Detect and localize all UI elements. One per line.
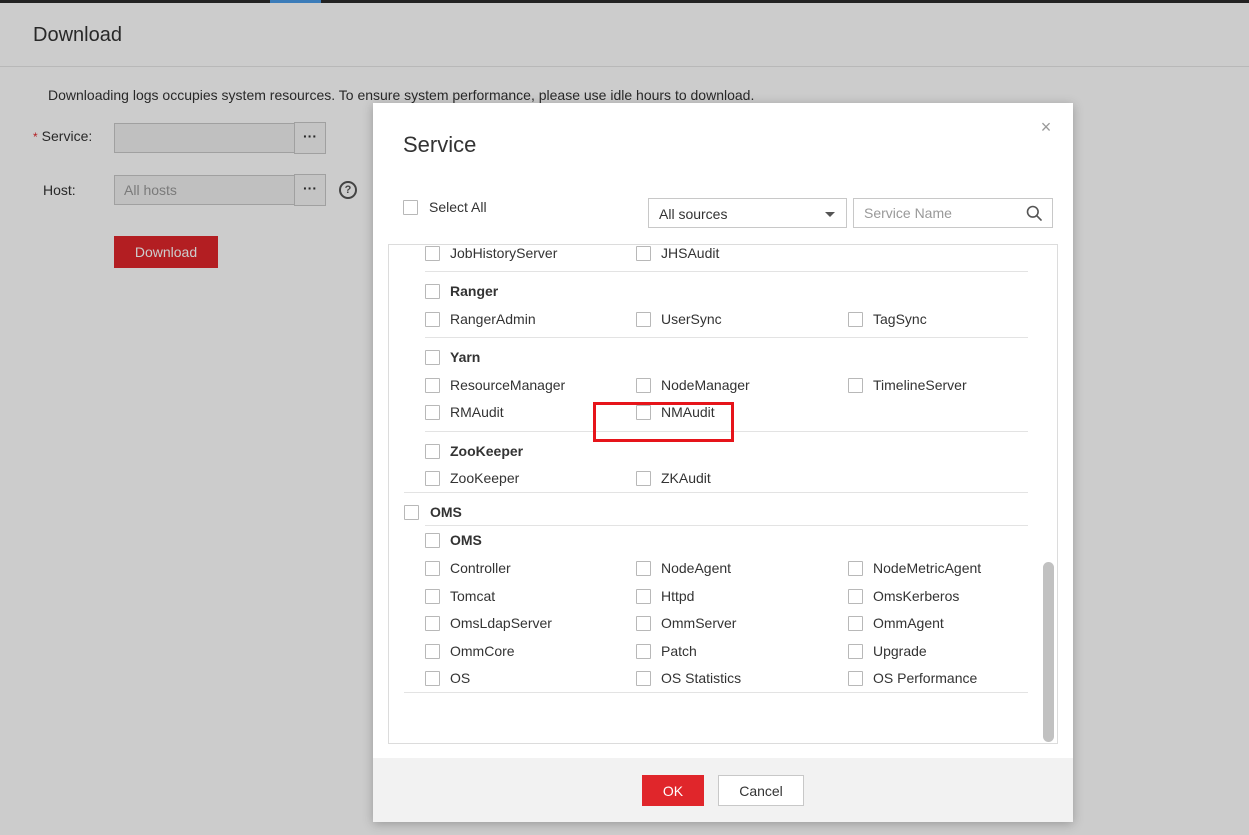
- group-checkbox-zookeeper[interactable]: [425, 444, 440, 459]
- service-checkbox[interactable]: [636, 246, 651, 261]
- service-label: Tomcat: [450, 588, 496, 604]
- group-checkbox-yarn[interactable]: [425, 350, 440, 365]
- service-label: UserSync: [661, 311, 722, 327]
- select-all-label: Select All: [429, 199, 487, 215]
- group-checkbox-oms[interactable]: [425, 533, 440, 548]
- service-checkbox[interactable]: [425, 246, 440, 261]
- service-label: NodeManager: [661, 377, 750, 393]
- group-label-oms: OMS: [450, 532, 482, 548]
- divider: [404, 492, 1028, 493]
- group-label-oms-top: OMS: [430, 504, 462, 520]
- service-checkbox[interactable]: [636, 312, 651, 327]
- group-checkbox-oms-top[interactable]: [404, 505, 419, 520]
- divider: [425, 337, 1028, 338]
- service-checkbox[interactable]: [425, 312, 440, 327]
- service-list-panel: JobHistoryServer JHSAudit Ranger RangerA…: [388, 244, 1058, 744]
- service-checkbox[interactable]: [425, 471, 440, 486]
- service-checkbox[interactable]: [425, 671, 440, 686]
- group-label-ranger: Ranger: [450, 283, 499, 299]
- service-checkbox[interactable]: [848, 312, 863, 327]
- service-checkbox[interactable]: [848, 589, 863, 604]
- service-label: Controller: [450, 560, 511, 576]
- service-dialog: Service × Select All All sources JobHist…: [373, 103, 1073, 822]
- service-checkbox[interactable]: [636, 671, 651, 686]
- group-label-yarn: Yarn: [450, 349, 481, 365]
- service-label: OmmAgent: [873, 615, 944, 631]
- service-checkbox[interactable]: [848, 378, 863, 393]
- service-checkbox[interactable]: [425, 589, 440, 604]
- service-checkbox[interactable]: [425, 378, 440, 393]
- divider: [425, 271, 1028, 272]
- cancel-button[interactable]: Cancel: [718, 775, 804, 806]
- service-label: RMAudit: [450, 404, 504, 420]
- service-label: OmsKerberos: [873, 588, 960, 604]
- service-label: OS Performance: [873, 670, 978, 686]
- close-icon[interactable]: ×: [1038, 117, 1054, 137]
- service-checkbox[interactable]: [636, 471, 651, 486]
- service-checkbox[interactable]: [848, 561, 863, 576]
- source-filter-select[interactable]: All sources: [648, 198, 847, 228]
- source-filter-value: All sources: [659, 206, 728, 222]
- list-scrollbar[interactable]: [1043, 562, 1054, 742]
- service-checkbox[interactable]: [848, 644, 863, 659]
- service-label: OmsLdapServer: [450, 615, 552, 631]
- service-label: NodeMetricAgent: [873, 560, 982, 576]
- service-label: TimelineServer: [873, 377, 967, 393]
- dialog-footer: OK Cancel: [373, 758, 1073, 822]
- service-label: OS Statistics: [661, 670, 742, 686]
- service-checkbox[interactable]: [848, 671, 863, 686]
- service-label: Upgrade: [873, 643, 927, 659]
- service-checkbox[interactable]: [848, 616, 863, 631]
- caret-down-icon: [825, 212, 835, 217]
- service-label: TagSync: [873, 311, 927, 327]
- service-checkbox[interactable]: [636, 616, 651, 631]
- service-label: ResourceManager: [450, 377, 566, 393]
- nodeagent-highlight-box: [593, 402, 734, 442]
- service-label: Patch: [661, 643, 697, 659]
- group-checkbox-ranger[interactable]: [425, 284, 440, 299]
- service-label: OmmServer: [661, 615, 737, 631]
- service-label: OS: [450, 670, 471, 686]
- service-search-box[interactable]: [853, 198, 1053, 228]
- search-icon[interactable]: [1026, 205, 1042, 221]
- select-all-checkbox[interactable]: [403, 200, 418, 215]
- divider: [425, 525, 1028, 526]
- nodeagent-label: NodeAgent: [661, 560, 732, 576]
- service-checkbox[interactable]: [636, 589, 651, 604]
- service-checkbox[interactable]: [425, 405, 440, 420]
- service-checkbox[interactable]: [636, 378, 651, 393]
- service-label: ZKAudit: [661, 470, 711, 486]
- service-label: JHSAudit: [661, 245, 720, 261]
- service-checkbox[interactable]: [425, 616, 440, 631]
- ok-button[interactable]: OK: [642, 775, 704, 806]
- group-label-zookeeper: ZooKeeper: [450, 443, 524, 459]
- nodeagent-checkbox[interactable]: [636, 561, 651, 576]
- dialog-title: Service: [403, 132, 477, 157]
- service-search-input[interactable]: [854, 199, 1032, 227]
- service-checkbox[interactable]: [425, 561, 440, 576]
- service-label: Httpd: [661, 588, 695, 604]
- service-checkbox[interactable]: [425, 644, 440, 659]
- service-label: ZooKeeper: [450, 470, 520, 486]
- service-label: RangerAdmin: [450, 311, 536, 327]
- service-label: OmmCore: [450, 643, 515, 659]
- service-label: JobHistoryServer: [450, 245, 558, 261]
- service-checkbox[interactable]: [636, 644, 651, 659]
- divider: [404, 692, 1028, 693]
